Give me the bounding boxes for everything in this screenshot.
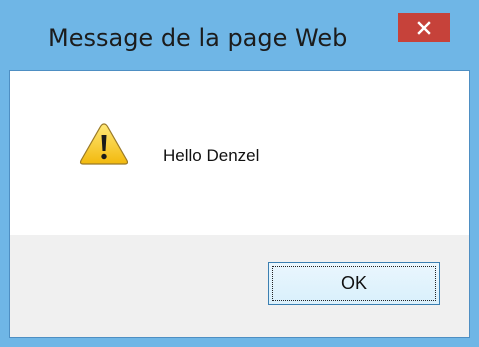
ok-button-label: OK <box>340 273 367 293</box>
dialog-body: Hello Denzel OK <box>9 70 470 338</box>
message-area: Hello Denzel <box>10 71 469 235</box>
close-button[interactable] <box>398 13 450 42</box>
close-icon <box>417 20 431 35</box>
warning-icon <box>79 123 129 165</box>
dialog-window: Message de la page Web Hello Denzel OK <box>0 0 479 347</box>
message-text: Hello Denzel <box>163 146 260 165</box>
dialog-title: Message de la page Web <box>48 24 348 52</box>
ok-button[interactable]: OK <box>268 262 440 305</box>
button-bar: OK <box>10 235 469 337</box>
title-bar[interactable]: Message de la page Web <box>0 0 479 70</box>
